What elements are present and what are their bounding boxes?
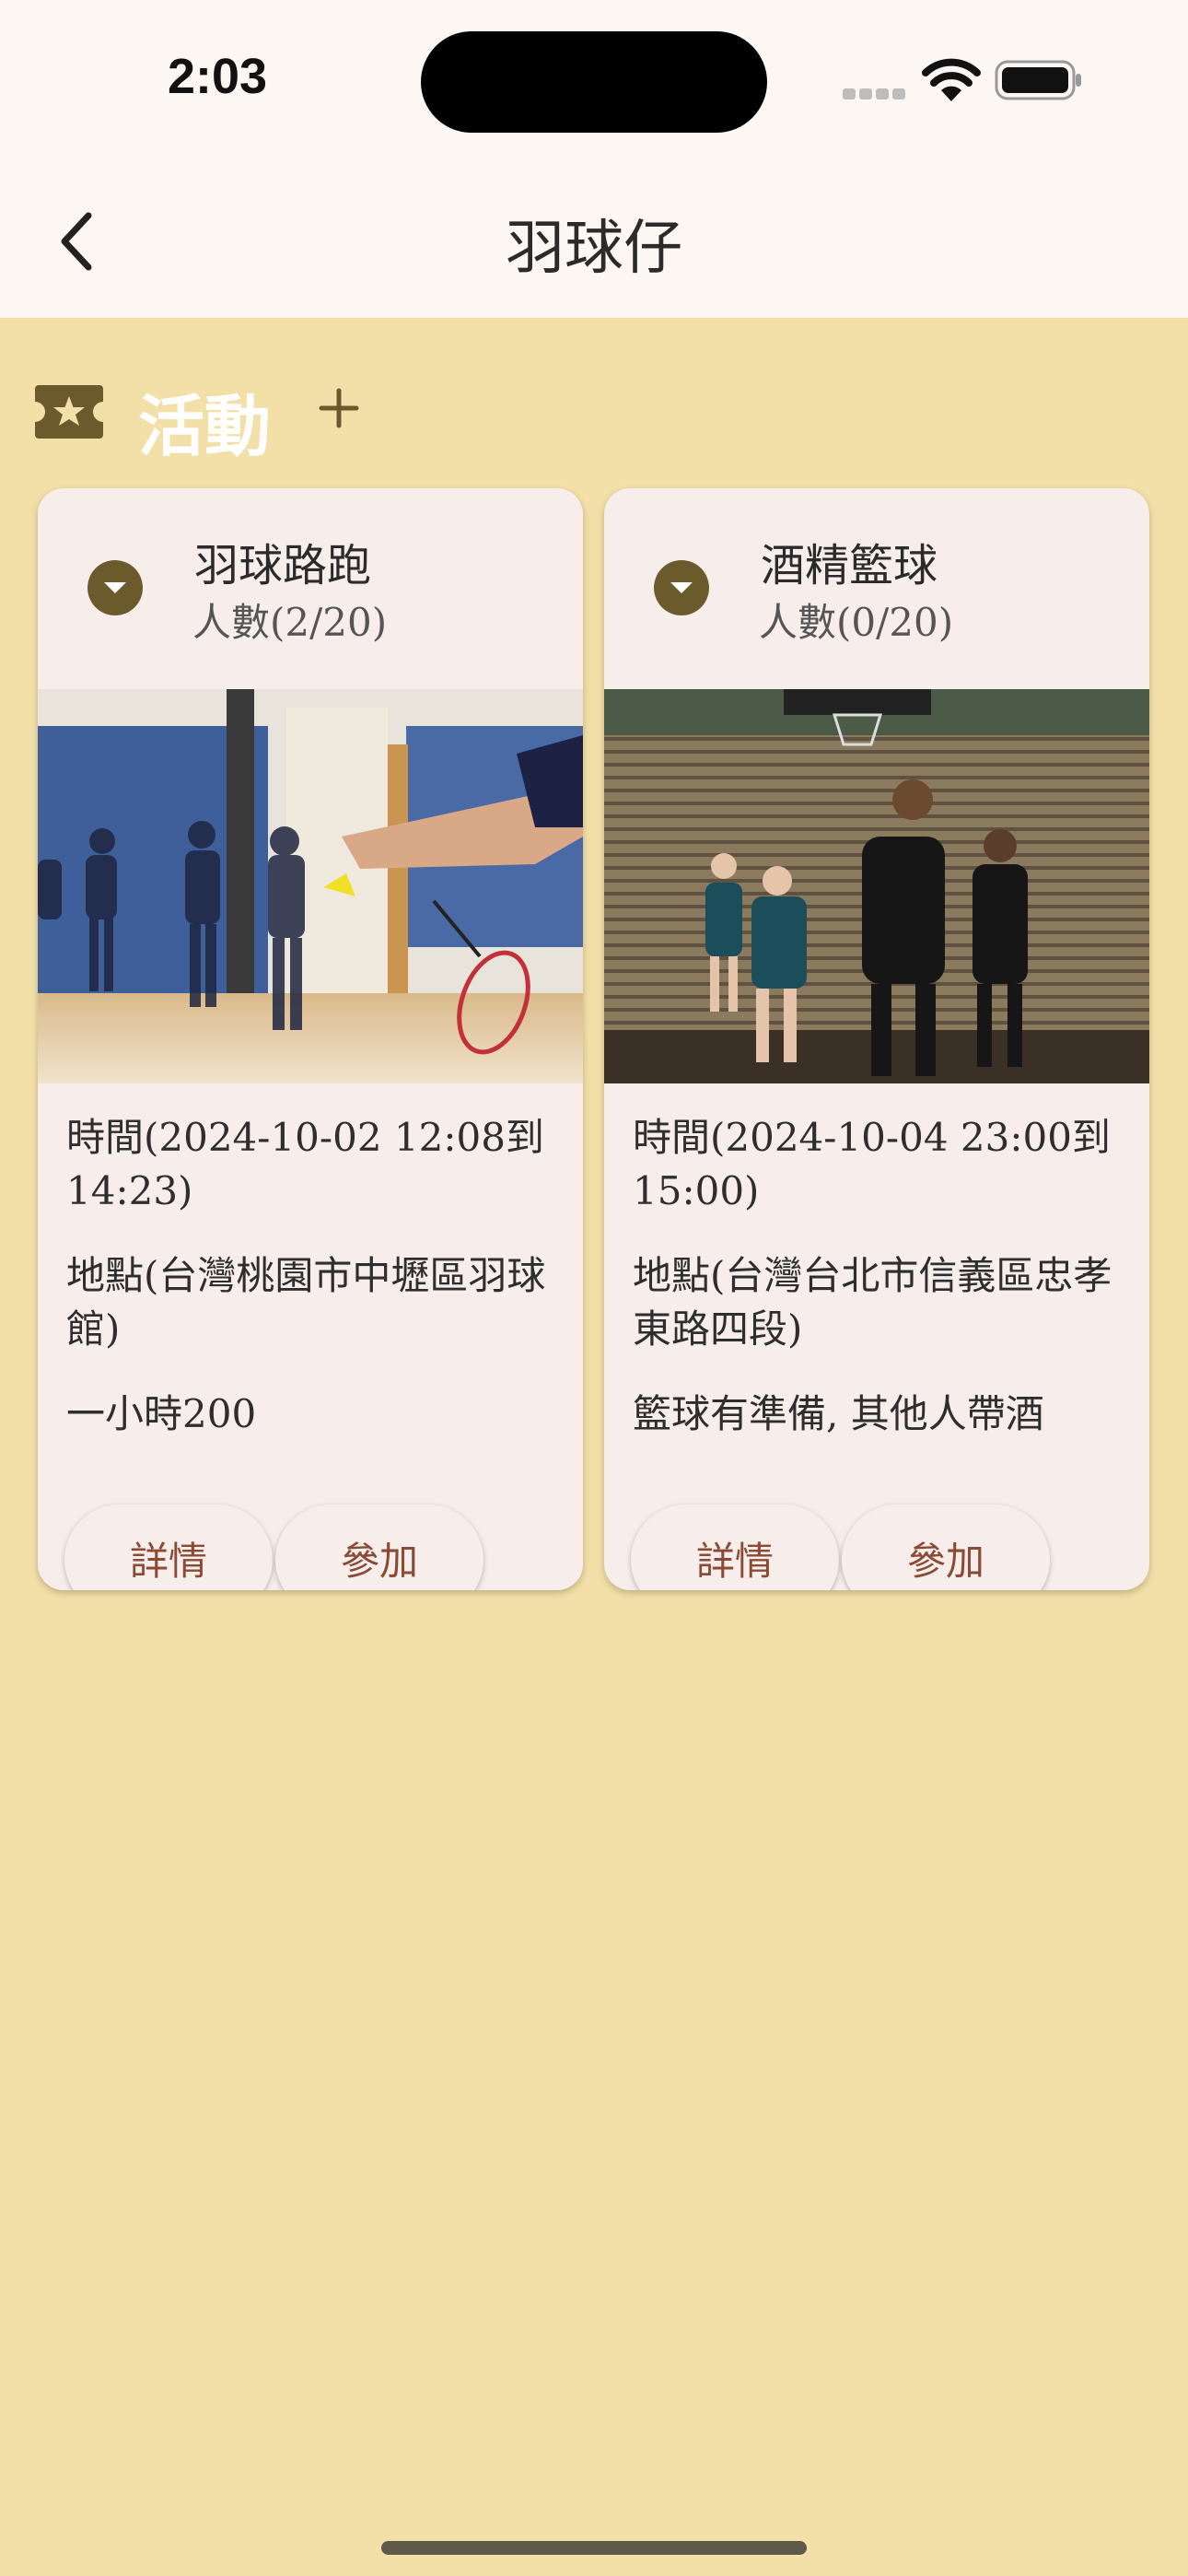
dropdown-icon[interactable]	[87, 560, 143, 615]
card-body: 時間(2024-10-04 23:00到 15:00) 地點(台灣台北市信義區忠…	[633, 1111, 1121, 1472]
wifi-icon	[922, 58, 981, 101]
event-note: 一小時200	[66, 1391, 257, 1436]
dynamic-island	[421, 31, 767, 133]
event-location: 地點(台灣桃園市中壢區羽球館)	[66, 1253, 546, 1352]
add-icon[interactable]	[316, 385, 362, 431]
card-headcount: 人數(0/20)	[759, 600, 954, 645]
card-headcount: 人數(2/20)	[192, 600, 388, 645]
page-title: 羽球仔	[506, 215, 682, 283]
card-title: 羽球路跑	[194, 540, 372, 591]
event-time: 時間(2024-10-02 12:08到 14:23)	[66, 1115, 544, 1213]
event-location: 地點(台灣台北市信義區忠孝東路四段)	[633, 1253, 1112, 1352]
card-header: 羽球路跑 人數(2/20)	[38, 488, 583, 689]
join-button[interactable]: 參加	[842, 1505, 1050, 1590]
event-note: 籃球有準備, 其他人帶酒	[633, 1391, 1044, 1436]
card-body: 時間(2024-10-02 12:08到 14:23) 地點(台灣桃園市中壢區羽…	[66, 1111, 554, 1472]
section-title: 活動	[138, 387, 272, 465]
activity-card: 羽球路跑 人數(2/20) 時間(2024-10-02 12:08到 14:23…	[38, 488, 583, 1590]
detail-button[interactable]: 詳情	[64, 1505, 273, 1590]
card-header: 酒精籃球 人數(0/20)	[604, 488, 1149, 689]
home-indicator[interactable]	[381, 2541, 807, 2555]
activity-card: 酒精籃球 人數(0/20) 時間(2024-10-04 23:00到 15:00…	[604, 488, 1149, 1590]
cellular-signal-icon	[843, 86, 909, 103]
badminton-photo	[38, 689, 583, 1083]
event-time: 時間(2024-10-04 23:00到 15:00)	[633, 1115, 1111, 1213]
card-title: 酒精籃球	[761, 540, 938, 591]
join-button[interactable]: 參加	[275, 1505, 483, 1590]
detail-button[interactable]: 詳情	[631, 1505, 839, 1590]
top-bar: 2:03 羽球仔	[0, 0, 1188, 318]
status-time: 2:03	[168, 49, 268, 104]
battery-icon	[995, 60, 1081, 100]
dropdown-icon[interactable]	[654, 560, 709, 615]
ticket-star-icon	[35, 385, 103, 439]
basketball-photo	[604, 689, 1149, 1083]
